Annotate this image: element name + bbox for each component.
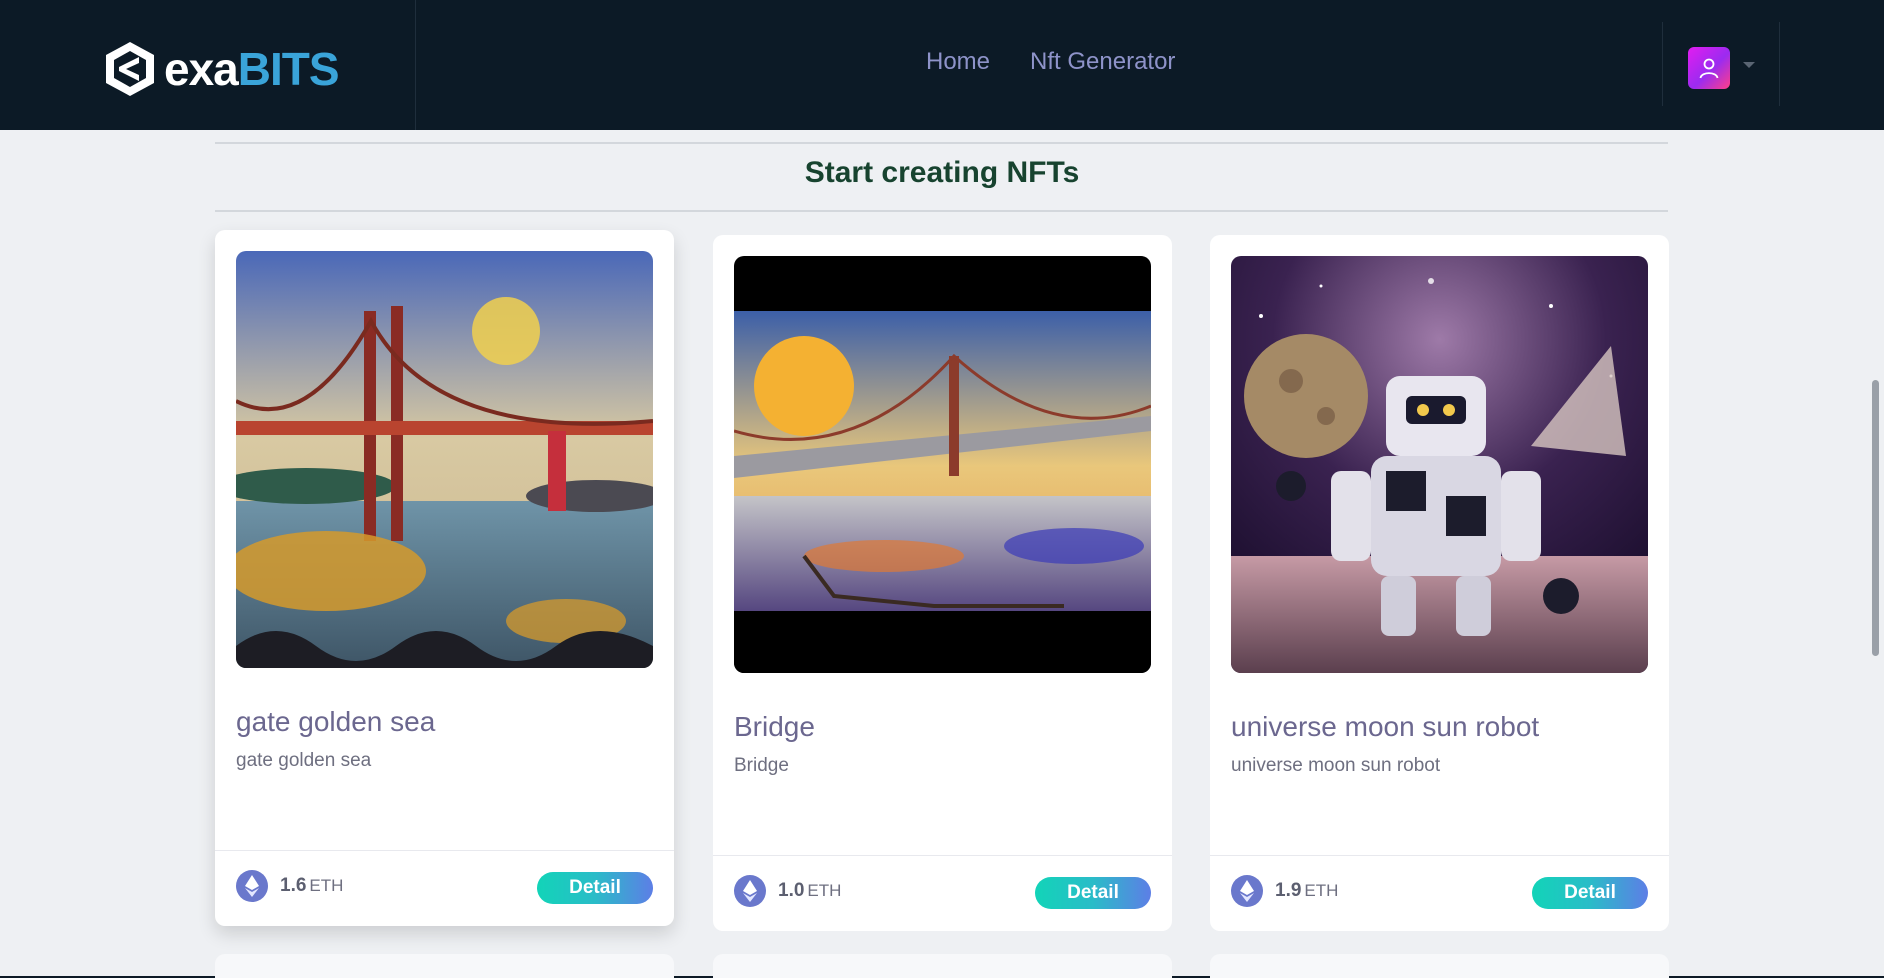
top-navbar: exaBITS Home Nft Generator (0, 0, 1884, 130)
nft-description: gate golden sea (236, 750, 372, 771)
price-unit: ETH (807, 881, 842, 900)
nft-image[interactable] (236, 251, 653, 668)
nft-title: universe moon sun robot (1231, 711, 1540, 742)
price-value: 1.9 (1275, 880, 1302, 901)
nft-card[interactable]: Bridge Bridge 1.0 ETH Detail (713, 235, 1172, 931)
price-value: 1.0 (778, 880, 805, 901)
nft-image[interactable] (734, 256, 1151, 673)
nft-price: 1.6 ETH (236, 870, 343, 902)
main-nav: Home Nft Generator (926, 48, 1175, 76)
brand-name: exaBITS (164, 42, 340, 96)
brand-logo[interactable]: exaBITS (104, 38, 340, 100)
nft-artwork-universe-moon-sun-robot (1231, 256, 1648, 673)
nav-link-nft-generator[interactable]: Nft Generator (1030, 48, 1175, 76)
exabits-logo-icon (106, 42, 154, 96)
card-divider (713, 855, 1172, 856)
nft-image[interactable] (1231, 256, 1648, 673)
price-unit: ETH (309, 876, 344, 895)
nft-description: universe moon sun robot (1231, 755, 1441, 776)
caret-down-icon[interactable] (1743, 62, 1755, 68)
ethereum-icon (1231, 875, 1263, 907)
nft-card[interactable]: universe moon sun robot universe moon su… (1210, 235, 1669, 931)
ethereum-icon (236, 870, 268, 902)
page-title: Start creating NFTs (804, 156, 1080, 189)
section-divider-bottom (215, 210, 1668, 212)
nft-card-partial[interactable] (1210, 954, 1669, 978)
nft-title: Bridge (734, 711, 815, 742)
header-divider (415, 0, 416, 130)
nft-title: gate golden sea (236, 706, 436, 737)
nft-price: 1.0 ETH (734, 875, 841, 907)
nft-price: 1.9 ETH (1231, 875, 1338, 907)
card-divider (1210, 855, 1669, 856)
nft-card[interactable]: gate golden sea gate golden sea 1.6 ETH … (215, 230, 674, 926)
ethereum-icon (734, 875, 766, 907)
card-divider (215, 850, 674, 851)
nft-card-partial[interactable] (713, 954, 1172, 978)
price-value: 1.6 (280, 875, 307, 896)
nft-artwork-gate-golden-sea (236, 251, 653, 668)
price-unit: ETH (1304, 881, 1339, 900)
user-icon (1699, 58, 1719, 79)
main-content: Start creating NFTs gate golden sea gate… (0, 130, 1884, 978)
user-menu[interactable] (1662, 22, 1780, 106)
brand-name-part1: exa (164, 43, 239, 95)
detail-button[interactable]: Detail (1532, 877, 1648, 909)
user-avatar[interactable] (1688, 47, 1730, 89)
brand-name-part2: BITS (237, 43, 340, 95)
vertical-scrollbar[interactable] (1872, 380, 1879, 656)
nft-description: Bridge (734, 755, 789, 776)
nav-link-home[interactable]: Home (926, 48, 990, 76)
detail-button[interactable]: Detail (1035, 877, 1151, 909)
section-divider-top (215, 142, 1668, 144)
nft-card-partial[interactable] (215, 954, 674, 978)
nft-artwork-bridge (734, 256, 1151, 673)
detail-button[interactable]: Detail (537, 872, 653, 904)
